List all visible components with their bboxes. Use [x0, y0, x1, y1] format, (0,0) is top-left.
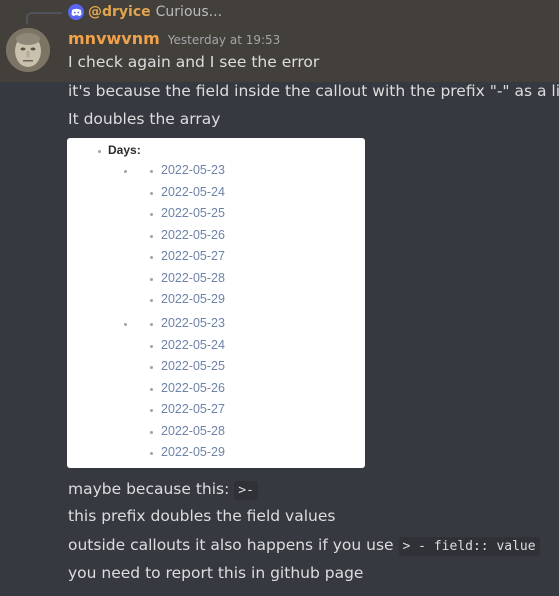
date-link[interactable]: 2022-05-27 [161, 249, 225, 263]
message-text: maybe because this: [68, 480, 230, 498]
message-line: it's because the field inside the callou… [68, 82, 559, 100]
list-bullet [150, 323, 153, 326]
inline-code: > - field:: value [398, 537, 540, 556]
list-bullet [124, 170, 127, 173]
reply-preview[interactable]: @dryice Curious... [68, 3, 222, 21]
list-bullet [150, 344, 153, 348]
list-bullet [98, 150, 101, 153]
date-link[interactable]: 2022-05-25 [161, 206, 225, 220]
message-header: mnvwvnm Yesterday at 19:53 [68, 29, 280, 48]
date-link[interactable]: 2022-05-29 [161, 292, 225, 306]
chat-view: @dryice Curious... mnvwvnm Yesterday at … [0, 0, 559, 596]
date-link[interactable]: 2022-05-26 [161, 381, 225, 395]
discord-icon [68, 4, 84, 20]
inline-code: >- [234, 481, 258, 500]
message-line: you need to report this in github page [68, 564, 364, 582]
reply-text[interactable]: Curious... [156, 4, 222, 20]
list-bullet [150, 387, 153, 391]
date-link[interactable]: 2022-05-25 [161, 359, 225, 373]
date-link[interactable]: 2022-05-29 [161, 445, 225, 459]
message-line: outside callouts it also happens if you … [68, 534, 540, 558]
avatar[interactable] [6, 28, 50, 72]
message-line: maybe because this: >- [68, 478, 258, 502]
date-link[interactable]: 2022-05-23 [161, 316, 225, 330]
date-link[interactable]: 2022-05-23 [161, 163, 225, 177]
list-bullet [150, 277, 153, 281]
list-bullet [150, 234, 153, 238]
message-line: I check again and I see the error [68, 53, 320, 71]
date-link[interactable]: 2022-05-27 [161, 402, 225, 416]
field-label: Days: [108, 143, 141, 157]
list-bullet [150, 409, 153, 412]
date-link[interactable]: 2022-05-28 [161, 271, 225, 285]
author-name[interactable]: mnvwvnm [68, 29, 160, 48]
list-bullet [150, 256, 153, 259]
list-bullet [150, 366, 153, 369]
message-text: outside callouts it also happens if you … [68, 536, 394, 554]
image-attachment[interactable]: Days: 2022-05-23 2022-05-24 2022-05-25 2022… [67, 138, 365, 468]
list-bullet [150, 191, 153, 195]
list-bullet [150, 430, 153, 434]
date-link[interactable]: 2022-05-26 [161, 228, 225, 242]
list-bullet [124, 323, 127, 326]
list-bullet [150, 170, 153, 173]
reply-username[interactable]: @dryice [88, 4, 151, 20]
message-line: It doubles the array [68, 110, 221, 128]
list-bullet [150, 452, 153, 455]
date-link[interactable]: 2022-05-24 [161, 338, 225, 352]
timestamp[interactable]: Yesterday at 19:53 [168, 33, 281, 47]
reply-spine [26, 12, 62, 24]
list-bullet [150, 299, 153, 302]
date-link[interactable]: 2022-05-24 [161, 185, 225, 199]
date-link[interactable]: 2022-05-28 [161, 424, 225, 438]
message-line: this prefix doubles the field values [68, 507, 336, 525]
list-bullet [150, 213, 153, 216]
